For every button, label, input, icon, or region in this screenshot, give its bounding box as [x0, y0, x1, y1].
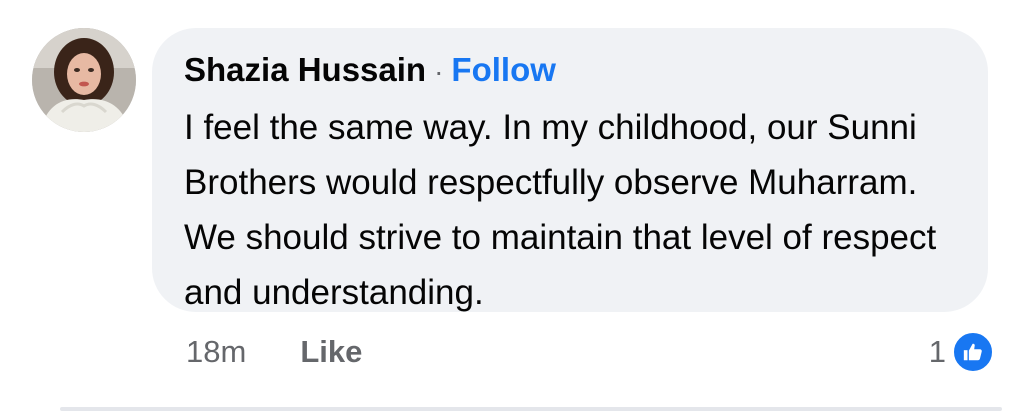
comment-actions: 18m Like — [186, 330, 362, 374]
next-comment-edge — [60, 407, 1002, 411]
author-name[interactable]: Shazia Hussain — [184, 50, 426, 90]
header-separator: · — [434, 56, 444, 87]
profile-photo — [32, 28, 136, 132]
comment-text: I feel the same way. In my childhood, ou… — [184, 108, 937, 312]
thumbs-up-icon — [952, 331, 994, 373]
comment-screen: Shazia Hussain · Follow I feel the same … — [0, 0, 1024, 411]
reaction-summary[interactable]: 1 — [929, 330, 994, 374]
comment-timestamp[interactable]: 18m — [186, 330, 246, 374]
comment-header: Shazia Hussain · Follow — [184, 50, 960, 92]
thumbs-up-glyph — [963, 343, 982, 361]
avatar[interactable] — [32, 28, 136, 132]
follow-button[interactable]: Follow — [451, 50, 555, 90]
like-button[interactable]: Like — [300, 330, 362, 374]
reaction-count: 1 — [928, 334, 946, 369]
comment-bubble: Shazia Hussain · Follow I feel the same … — [152, 28, 988, 312]
